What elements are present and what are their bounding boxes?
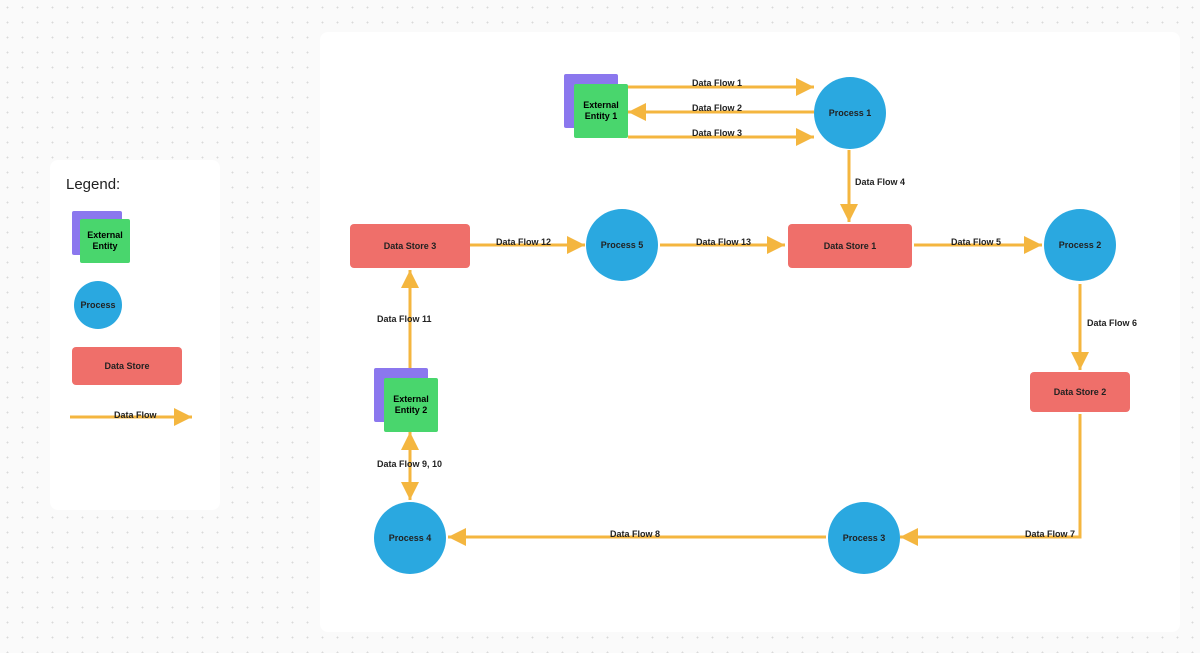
flow-8-label: Data Flow 8 xyxy=(610,529,660,539)
flow-3-label: Data Flow 3 xyxy=(692,128,742,138)
flow-13-label: Data Flow 13 xyxy=(696,237,751,247)
process-2[interactable]: Process 2 xyxy=(1044,209,1116,281)
legend-process: Process xyxy=(66,281,204,337)
process-1[interactable]: Process 1 xyxy=(814,77,886,149)
data-store-3[interactable]: Data Store 3 xyxy=(350,224,470,268)
process-4-label: Process 4 xyxy=(389,533,432,543)
process-4[interactable]: Process 4 xyxy=(374,502,446,574)
external-entity-2-label: External Entity 2 xyxy=(384,378,438,432)
data-store-2-label: Data Store 2 xyxy=(1054,387,1107,397)
flow-11-label: Data Flow 11 xyxy=(377,314,432,324)
process-5[interactable]: Process 5 xyxy=(586,209,658,281)
process-2-label: Process 2 xyxy=(1059,240,1102,250)
data-store-3-label: Data Store 3 xyxy=(384,241,437,251)
legend-entity: External Entity xyxy=(66,211,204,271)
data-store-1-label: Data Store 1 xyxy=(824,241,877,251)
flow-6-label: Data Flow 6 xyxy=(1087,318,1137,328)
flow-2-label: Data Flow 2 xyxy=(692,103,742,113)
flow-9-10-label: Data Flow 9, 10 xyxy=(377,459,442,469)
process-3-label: Process 3 xyxy=(843,533,886,543)
flow-1-label: Data Flow 1 xyxy=(692,78,742,88)
legend-datastore-label: Data Store xyxy=(104,361,149,371)
external-entity-2[interactable]: External Entity 2 xyxy=(374,368,440,434)
legend-flow-label: Data Flow xyxy=(114,410,157,420)
process-3[interactable]: Process 3 xyxy=(828,502,900,574)
legend-title: Legend: xyxy=(66,176,204,193)
external-entity-1[interactable]: External Entity 1 xyxy=(564,74,630,140)
flow-arrows xyxy=(320,32,1180,632)
data-store-1[interactable]: Data Store 1 xyxy=(788,224,912,268)
legend-datastore: Data Store xyxy=(66,347,204,397)
data-store-2[interactable]: Data Store 2 xyxy=(1030,372,1130,412)
legend-flow: Data Flow xyxy=(66,407,204,437)
process-5-label: Process 5 xyxy=(601,240,644,250)
legend-process-label: Process xyxy=(80,300,115,310)
flow-5-label: Data Flow 5 xyxy=(951,237,1001,247)
external-entity-1-label: External Entity 1 xyxy=(574,84,628,138)
legend-entity-label: External Entity xyxy=(80,219,130,263)
diagram-panel[interactable]: Data Flow 1 Data Flow 2 Data Flow 3 Data… xyxy=(320,32,1180,632)
legend-panel: Legend: External Entity Process Data Sto… xyxy=(50,160,220,510)
flow-12-label: Data Flow 12 xyxy=(496,237,551,247)
flow-4-label: Data Flow 4 xyxy=(855,177,905,187)
flow-7-label: Data Flow 7 xyxy=(1025,529,1075,539)
process-1-label: Process 1 xyxy=(829,108,872,118)
